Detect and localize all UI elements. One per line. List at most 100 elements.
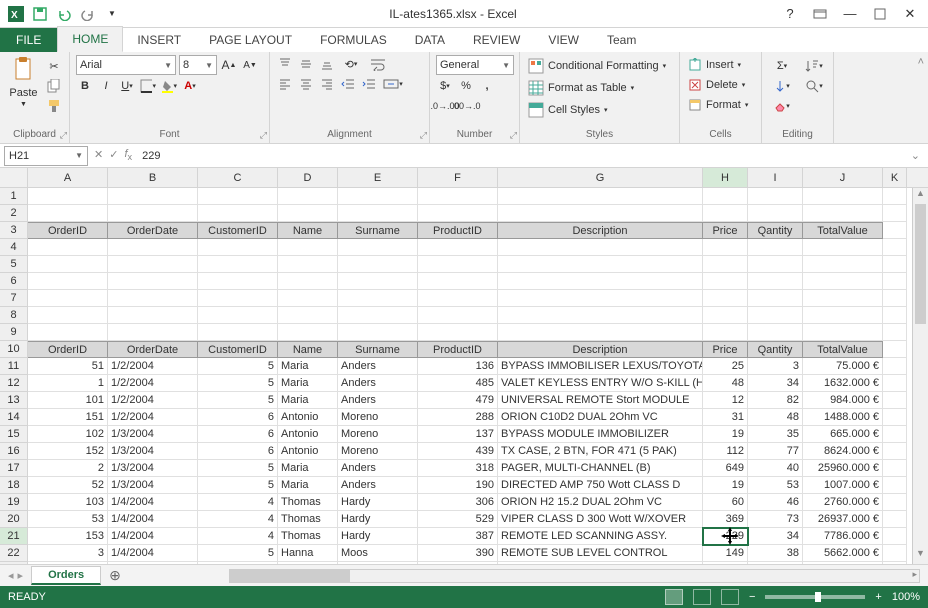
- cell[interactable]: 318: [418, 460, 498, 477]
- cell[interactable]: 6: [198, 409, 278, 426]
- cell[interactable]: [198, 290, 278, 307]
- cell[interactable]: 103: [28, 494, 108, 511]
- cell[interactable]: Anders: [338, 460, 418, 477]
- cell[interactable]: BYPASS MODULE IMMOBILIZER: [498, 426, 703, 443]
- clear-icon[interactable]: ▾: [768, 97, 796, 115]
- row-header[interactable]: 18: [0, 477, 28, 494]
- cell[interactable]: 51: [28, 358, 108, 375]
- cut-icon[interactable]: ✂: [45, 57, 63, 75]
- fill-color-icon[interactable]: ▾: [160, 77, 178, 95]
- row-header[interactable]: 14: [0, 409, 28, 426]
- cell[interactable]: 1/2/2004: [108, 392, 198, 409]
- cell[interactable]: [703, 273, 748, 290]
- cell[interactable]: [703, 290, 748, 307]
- cell[interactable]: 60: [703, 494, 748, 511]
- cell[interactable]: [498, 307, 703, 324]
- horizontal-scrollbar[interactable]: ◂▸: [229, 569, 920, 583]
- cell[interactable]: Anders: [338, 562, 418, 564]
- cell[interactable]: 1/4/2004: [108, 528, 198, 545]
- cell[interactable]: [198, 256, 278, 273]
- cell[interactable]: OrderDate: [108, 222, 198, 239]
- cell[interactable]: [748, 307, 803, 324]
- cell[interactable]: [28, 205, 108, 222]
- cell[interactable]: Name: [278, 341, 338, 358]
- tab-view[interactable]: VIEW: [534, 28, 593, 52]
- column-header[interactable]: K: [883, 168, 907, 187]
- name-box[interactable]: H21▼: [4, 146, 88, 166]
- cell[interactable]: 649: [703, 460, 748, 477]
- cell[interactable]: [28, 273, 108, 290]
- cell[interactable]: [803, 290, 883, 307]
- sheet-tab-orders[interactable]: Orders: [31, 566, 101, 585]
- cell[interactable]: CustomerID: [198, 222, 278, 239]
- cell[interactable]: Price: [703, 222, 748, 239]
- cell[interactable]: 152: [28, 443, 108, 460]
- grow-font-icon[interactable]: A▲: [220, 56, 238, 74]
- cell[interactable]: [748, 273, 803, 290]
- cell[interactable]: [418, 324, 498, 341]
- cell[interactable]: [803, 256, 883, 273]
- cell[interactable]: [883, 256, 907, 273]
- cell[interactable]: UNIVERSAL REMOTE Stort MODULE: [498, 392, 703, 409]
- cell[interactable]: [703, 205, 748, 222]
- cell[interactable]: [883, 239, 907, 256]
- cell[interactable]: TX CASE, 2 BTN, FOR 471 (5 PAK): [498, 443, 703, 460]
- row-header[interactable]: 15: [0, 426, 28, 443]
- zoom-level[interactable]: 100%: [892, 591, 920, 603]
- cell[interactable]: Antonio: [278, 443, 338, 460]
- cell[interactable]: [803, 188, 883, 205]
- cell[interactable]: ORION H2 15.2 DUAL 2Ohm VC: [498, 494, 703, 511]
- cell[interactable]: [108, 188, 198, 205]
- cell[interactable]: Anders: [338, 358, 418, 375]
- cell[interactable]: [198, 307, 278, 324]
- shrink-font-icon[interactable]: A▼: [241, 56, 259, 74]
- sort-filter-icon[interactable]: ▾: [800, 57, 828, 75]
- cell[interactable]: [278, 307, 338, 324]
- cell[interactable]: 102: [28, 426, 108, 443]
- new-sheet-icon[interactable]: ⊕: [101, 567, 129, 584]
- cell[interactable]: TotalValue: [803, 222, 883, 239]
- cell-styles-button[interactable]: Cell Styles▾: [526, 101, 609, 119]
- cell[interactable]: [338, 307, 418, 324]
- cell[interactable]: Thomas: [278, 528, 338, 545]
- fill-icon[interactable]: ▾: [768, 77, 796, 95]
- row-header[interactable]: 12: [0, 375, 28, 392]
- cell[interactable]: [278, 239, 338, 256]
- cell[interactable]: 1/5/2004: [108, 562, 198, 564]
- number-launcher-icon[interactable]: ⤢: [510, 130, 517, 141]
- cell[interactable]: 1/2/2004: [108, 358, 198, 375]
- row-header[interactable]: 5: [0, 256, 28, 273]
- cell[interactable]: ProductID: [418, 222, 498, 239]
- delete-cells-button[interactable]: Delete▾: [686, 77, 747, 93]
- vertical-scrollbar[interactable]: ▲ ▼: [912, 188, 928, 564]
- cell[interactable]: [338, 290, 418, 307]
- row-header[interactable]: 1: [0, 188, 28, 205]
- format-as-table-button[interactable]: Format as Table▾: [526, 79, 636, 97]
- collapse-ribbon-icon[interactable]: ˄: [918, 56, 924, 68]
- cell[interactable]: Surname: [338, 222, 418, 239]
- cell[interactable]: [883, 307, 907, 324]
- cell[interactable]: 50: [703, 562, 748, 564]
- cell[interactable]: [278, 273, 338, 290]
- cell[interactable]: 529: [418, 511, 498, 528]
- cell[interactable]: 5662.000 €: [803, 545, 883, 562]
- orientation-icon[interactable]: ⟲▾: [339, 55, 363, 73]
- cell[interactable]: 4: [198, 511, 278, 528]
- cell[interactable]: [108, 290, 198, 307]
- cell[interactable]: [498, 273, 703, 290]
- cell[interactable]: [703, 256, 748, 273]
- font-color-icon[interactable]: A▾: [181, 77, 199, 95]
- row-header[interactable]: 16: [0, 443, 28, 460]
- cell[interactable]: [198, 273, 278, 290]
- merge-icon[interactable]: ▾: [381, 75, 405, 93]
- cell[interactable]: PAGER, MULTI-CHANNEL (B): [498, 460, 703, 477]
- cell[interactable]: [748, 188, 803, 205]
- cell[interactable]: 306: [418, 494, 498, 511]
- cell[interactable]: 34: [748, 375, 803, 392]
- cell[interactable]: 4: [198, 528, 278, 545]
- cell[interactable]: 1: [28, 375, 108, 392]
- align-bottom-icon[interactable]: [318, 55, 336, 73]
- cell[interactable]: [28, 256, 108, 273]
- column-header[interactable]: I: [748, 168, 803, 187]
- cell[interactable]: [198, 239, 278, 256]
